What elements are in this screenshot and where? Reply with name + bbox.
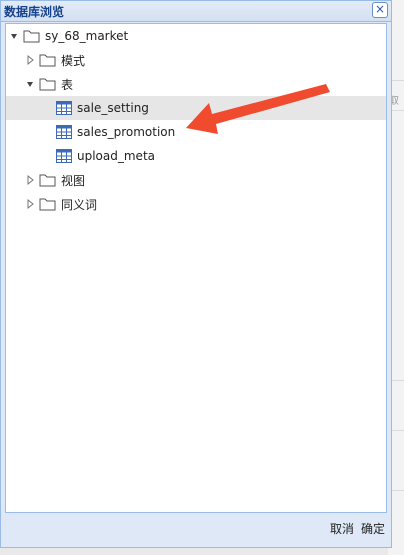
tree-panel: sy_68_market 模式 表 sale_setting sales_pro… xyxy=(5,23,387,513)
cancel-button[interactable]: 取消 xyxy=(330,520,354,537)
triangle-down-icon[interactable] xyxy=(10,30,19,42)
database-browser-dialog: 数据库浏览 × sy_68_market 模式 表 sale_setting s… xyxy=(0,0,392,548)
triangle-right-icon[interactable] xyxy=(26,174,35,186)
dialog-title: 数据库浏览 xyxy=(4,5,65,19)
tree-node-tables[interactable]: 表 xyxy=(6,72,386,96)
folder-icon xyxy=(39,77,57,91)
table-grid-icon xyxy=(56,149,72,163)
confirm-button[interactable]: 确定 xyxy=(361,520,385,537)
triangle-right-icon[interactable] xyxy=(26,54,35,66)
triangle-right-icon[interactable] xyxy=(26,198,35,210)
tree-leaf-label: sales_promotion xyxy=(77,125,176,139)
tree-node-label: 模式 xyxy=(61,53,86,68)
tree-node-label: sy_68_market xyxy=(45,29,129,43)
folder-icon xyxy=(23,29,41,43)
tree-leaf-table[interactable]: sales_promotion xyxy=(6,120,386,144)
folder-icon xyxy=(39,53,57,67)
tree-leaf-table[interactable]: upload_meta xyxy=(6,144,386,168)
tree-leaf-label: sale_setting xyxy=(77,101,149,115)
tree-node-label: 视图 xyxy=(61,173,86,188)
close-button[interactable]: × xyxy=(372,2,388,18)
table-grid-icon xyxy=(56,101,72,115)
close-icon: × xyxy=(374,2,386,16)
triangle-down-icon[interactable] xyxy=(26,78,35,90)
tree-node-schemas[interactable]: 模式 xyxy=(6,48,386,72)
tree-node-views[interactable]: 视图 xyxy=(6,168,386,192)
tree-leaf-table[interactable]: sale_setting xyxy=(6,96,386,120)
dialog-footer: 取消 确定 xyxy=(1,513,391,547)
tree-node-label: 同义词 xyxy=(61,197,98,212)
folder-icon xyxy=(39,173,57,187)
folder-icon xyxy=(39,197,57,211)
table-grid-icon xyxy=(56,125,72,139)
tree-leaf-label: upload_meta xyxy=(77,149,155,163)
tree-node-label: 表 xyxy=(61,77,74,92)
tree-node-synonyms[interactable]: 同义词 xyxy=(6,192,386,216)
tree-node-root[interactable]: sy_68_market xyxy=(6,24,386,48)
dialog-titlebar: 数据库浏览 × xyxy=(1,1,391,22)
